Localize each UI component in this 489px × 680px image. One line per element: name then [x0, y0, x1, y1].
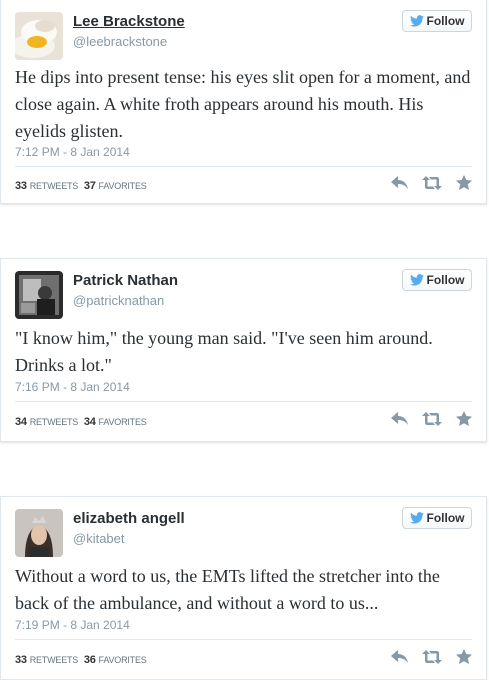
follow-label: Follow	[426, 511, 465, 525]
retweets-label: RETWEETS	[29, 655, 79, 665]
retweet-count[interactable]: 34	[15, 416, 27, 428]
favorite-star-icon[interactable]	[456, 649, 472, 664]
favorite-star-icon[interactable]	[456, 175, 472, 190]
user-name[interactable]: elizabeth angell	[73, 510, 185, 527]
tweet-stats: 33 RETWEETS 36 FAVORITES	[15, 654, 147, 666]
bird-icon	[409, 274, 424, 286]
favorite-count[interactable]: 37	[84, 180, 96, 192]
tweet-timestamp[interactable]: 7:19 PM - 8 Jan 2014	[15, 618, 130, 632]
user-handle[interactable]: @leebrackstone	[73, 34, 167, 49]
user-name[interactable]: Lee Brackstone	[73, 13, 185, 30]
avatar[interactable]	[15, 271, 63, 319]
reply-icon[interactable]	[391, 175, 408, 190]
favorites-label: FAVORITES	[98, 655, 147, 665]
retweet-icon[interactable]	[422, 649, 442, 664]
reply-icon[interactable]	[391, 649, 408, 664]
tweet-timestamp[interactable]: 7:12 PM - 8 Jan 2014	[15, 145, 130, 159]
tweet-card: Patrick Nathan @patricknathan Follow "I …	[0, 258, 487, 442]
follow-label: Follow	[426, 14, 465, 28]
bird-icon	[409, 512, 424, 524]
reply-icon[interactable]	[391, 411, 408, 426]
user-handle[interactable]: @patricknathan	[73, 293, 164, 308]
tweet-text: Without a word to us, the EMTs lifted th…	[15, 566, 440, 613]
avatar[interactable]	[15, 12, 63, 60]
retweet-icon[interactable]	[422, 411, 442, 426]
divider	[15, 639, 472, 640]
user-name[interactable]: Patrick Nathan	[73, 272, 178, 289]
tweet-actions	[391, 411, 472, 426]
tweet-timestamp[interactable]: 7:16 PM - 8 Jan 2014	[15, 380, 130, 394]
bird-icon	[409, 15, 424, 27]
favorite-star-icon[interactable]	[456, 411, 472, 426]
retweets-label: RETWEETS	[29, 417, 79, 427]
follow-button[interactable]: Follow	[402, 507, 472, 529]
tweet-actions	[391, 649, 472, 664]
follow-button[interactable]: Follow	[402, 269, 472, 291]
retweet-icon[interactable]	[422, 175, 442, 190]
avatar[interactable]	[15, 509, 63, 557]
retweets-label: RETWEETS	[29, 181, 79, 191]
tweet-card: Lee Brackstone @leebrackstone Follow He …	[0, 0, 487, 204]
tweet-stats: 33 RETWEETS 37 FAVORITES	[15, 180, 147, 192]
favorites-label: FAVORITES	[98, 417, 147, 427]
favorites-label: FAVORITES	[98, 181, 147, 191]
divider	[15, 166, 472, 167]
user-handle[interactable]: @kitabet	[73, 531, 125, 546]
favorite-count[interactable]: 34	[84, 416, 96, 428]
divider	[15, 401, 472, 402]
tweet-text: "I know him," the young man said. "I've …	[15, 328, 433, 375]
tweet-text: He dips into present tense: his eyes sli…	[15, 67, 471, 141]
follow-label: Follow	[426, 273, 465, 287]
retweet-count[interactable]: 33	[15, 654, 27, 666]
tweet-stats: 34 RETWEETS 34 FAVORITES	[15, 416, 147, 428]
retweet-count[interactable]: 33	[15, 180, 27, 192]
favorite-count[interactable]: 36	[84, 654, 96, 666]
tweet-card: elizabeth angell @kitabet Follow Without…	[0, 496, 487, 680]
follow-button[interactable]: Follow	[402, 10, 472, 32]
tweet-actions	[391, 175, 472, 190]
